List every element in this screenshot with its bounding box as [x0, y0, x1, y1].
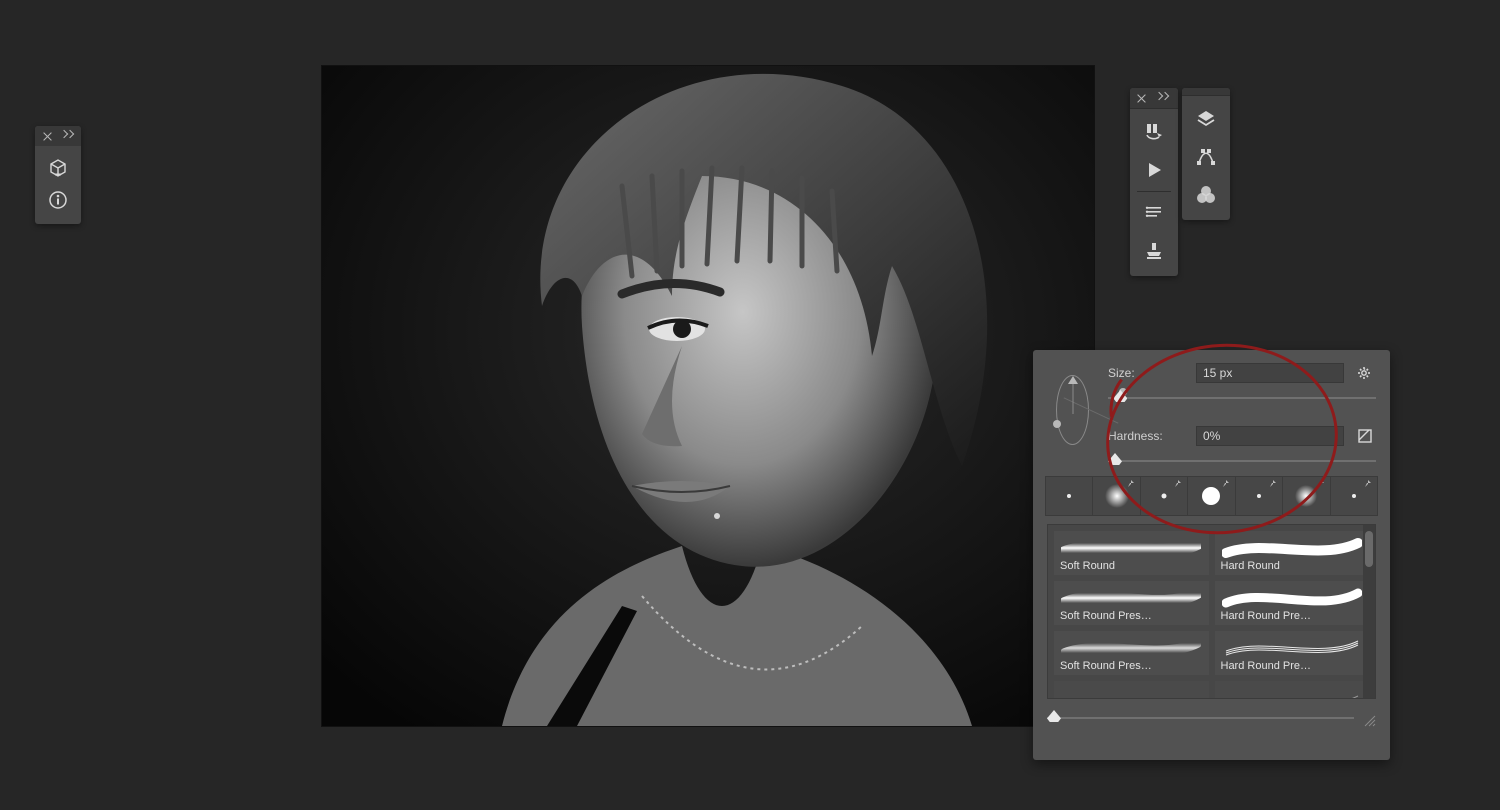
brush-preset[interactable]: Hard Round Pre… [1215, 581, 1370, 625]
brush-preset[interactable]: Soft Round Pres… [1054, 581, 1209, 625]
brush-preset[interactable] [1054, 681, 1209, 699]
paths-icon [1195, 146, 1217, 168]
size-label: Size: [1108, 366, 1186, 380]
brush-settings-menu[interactable] [1354, 362, 1376, 384]
brush-tip-3[interactable] [1140, 477, 1187, 515]
brush-angle-picker[interactable] [1051, 370, 1094, 450]
clone-source-panel-button[interactable] [1134, 232, 1174, 270]
preset-name: Soft Round Pres… [1060, 660, 1203, 672]
dock-column-2 [1182, 88, 1230, 220]
brush-tip-7[interactable] [1330, 477, 1377, 515]
properties-panel-button[interactable] [42, 184, 74, 216]
3d-panel-button[interactable] [42, 152, 74, 184]
brush-tip-row [1045, 476, 1378, 516]
preset-name: Hard Round Pre… [1221, 660, 1364, 672]
channels-icon [1195, 184, 1217, 206]
gear-icon [1357, 365, 1373, 381]
brush-presets-list[interactable]: Soft Round Hard Round Soft Round Pres… H… [1047, 524, 1376, 699]
left-panel-titlebar[interactable] [35, 126, 81, 146]
stroke-preview-icon [1222, 637, 1362, 659]
layers-panel-button[interactable] [1186, 100, 1226, 138]
left-mini-panel [35, 126, 81, 224]
layers-icon [1195, 108, 1217, 130]
paths-panel-button[interactable] [1186, 138, 1226, 176]
paragraph-panel-button[interactable] [1134, 194, 1174, 232]
history-icon [1143, 121, 1165, 143]
stamp-icon [1143, 240, 1165, 262]
dock1-titlebar[interactable] [1130, 88, 1178, 108]
hardness-label: Hardness: [1108, 429, 1186, 443]
brush-preset-picker: Size: Hardness: [1033, 350, 1390, 760]
new-preset-icon [1357, 428, 1373, 444]
pin-icon [1173, 479, 1183, 489]
history-panel-button[interactable] [1134, 113, 1174, 151]
pin-icon [1268, 479, 1278, 489]
stroke-preview-icon [1061, 637, 1201, 659]
brush-tip-4[interactable] [1187, 477, 1234, 515]
create-new-preset-button[interactable] [1354, 425, 1376, 447]
preview-size-slider[interactable] [1047, 709, 1354, 727]
3d-cube-icon [48, 158, 68, 178]
tip-dot-icon [1054, 481, 1084, 511]
brush-preset[interactable]: Soft Round Pres… [1054, 631, 1209, 675]
dock2-gripper[interactable] [1182, 88, 1230, 95]
close-icon[interactable] [1137, 94, 1146, 103]
stroke-preview-icon [1061, 587, 1201, 609]
pin-icon [1126, 479, 1136, 489]
hardness-input[interactable] [1196, 426, 1344, 446]
presets-scrollbar[interactable] [1363, 525, 1375, 698]
pin-icon [1363, 479, 1373, 489]
brush-tip-5[interactable] [1235, 477, 1282, 515]
play-icon [1144, 160, 1164, 180]
pin-icon [1316, 479, 1326, 489]
preset-name: Hard Round [1221, 560, 1364, 572]
brush-preset[interactable]: Soft Round [1054, 531, 1209, 575]
preset-name: Soft Round [1060, 560, 1203, 572]
brush-tip-2[interactable] [1092, 477, 1139, 515]
channels-panel-button[interactable] [1186, 176, 1226, 214]
brush-tip-6[interactable] [1282, 477, 1329, 515]
portrait-placeholder [322, 66, 1094, 726]
brush-preset[interactable]: Hard Round Pre… [1215, 631, 1370, 675]
preset-name: Hard Round Pre… [1221, 610, 1364, 622]
stroke-preview-icon [1061, 537, 1201, 559]
brush-preset[interactable]: Hard Round [1215, 531, 1370, 575]
info-icon [48, 190, 68, 210]
hardness-slider[interactable] [1108, 452, 1376, 470]
brush-tip-1[interactable] [1046, 477, 1092, 515]
actions-panel-button[interactable] [1134, 151, 1174, 189]
dock-column-1 [1130, 88, 1178, 276]
paragraph-icon [1144, 203, 1164, 223]
close-icon[interactable] [43, 132, 51, 141]
preset-name: Soft Round Pres… [1060, 610, 1203, 622]
stroke-preview-icon [1222, 693, 1362, 700]
document-canvas[interactable] [322, 66, 1094, 726]
resize-grip-icon[interactable] [1362, 713, 1376, 727]
stroke-preview-icon [1222, 537, 1362, 559]
collapse-icon[interactable] [61, 131, 73, 141]
size-slider[interactable] [1108, 389, 1376, 407]
pin-icon [1221, 479, 1231, 489]
brush-preset[interactable] [1215, 681, 1370, 699]
right-dock [1130, 88, 1230, 276]
stroke-preview-icon [1061, 693, 1201, 700]
stroke-preview-icon [1222, 587, 1362, 609]
collapse-icon[interactable] [1156, 93, 1170, 103]
size-input[interactable] [1196, 363, 1344, 383]
